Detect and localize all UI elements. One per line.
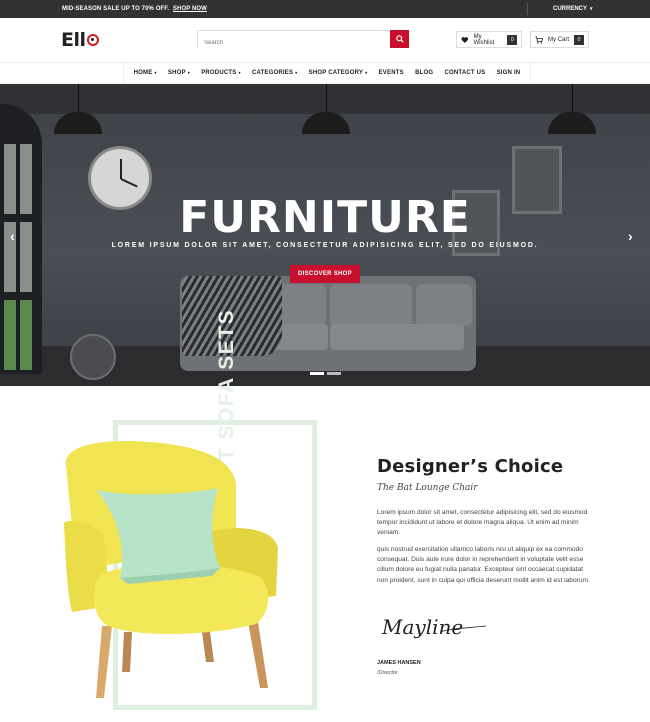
nav-item-products[interactable]: PRODUCTS ▾ [201,70,241,76]
logo[interactable]: Ell [61,29,99,51]
cart-button[interactable]: My Cart 0 [530,31,589,48]
hero-ceiling [0,84,650,114]
shop-now-link[interactable]: SHOP NOW [173,6,207,12]
nav-item-events[interactable]: EVENTS [379,70,404,76]
pendant-lamp-image [548,112,596,134]
vase-image [70,334,116,380]
heart-icon [461,36,469,43]
nav-item-contact-us[interactable]: CONTACT US [444,70,485,76]
lounge-chair-image [63,441,278,698]
cart-icon [535,35,543,44]
pendant-lamp-image [326,84,327,112]
nav-item-label: SHOP CATEGORY [308,70,364,76]
signature-text: Mayline [381,615,463,639]
feature-title: Designer’s Choice [377,456,564,477]
wishlist-button[interactable]: My Wishlist 0 [456,31,522,48]
cart-count-badge: 0 [574,34,584,45]
chevron-down-icon: ▾ [295,70,298,75]
wishlist-label: My Wishlist [473,33,495,46]
hero-title: FURNITURE [179,192,471,243]
signature-image: Mayline [381,615,487,639]
slider-dot[interactable] [327,372,341,375]
nav-menu: HOME ▾ SHOP ▾ PRODUCTS ▾ CATEGORIES ▾ SHOP C… [123,63,531,83]
hero-subtitle: LOREM IPSUM DOLOR SIT AMET, CONSECTETUR … [111,242,539,249]
search-icon [395,35,404,43]
chevron-down-icon: ▾ [590,6,593,12]
chevron-left-icon[interactable]: ‹ [10,228,15,244]
site-header: Ell My Wishlist 0 My Cart 0 [0,18,650,62]
hero-slider: FURNITURE LOREM IPSUM DOLOR SIT AMET, CO… [0,84,650,386]
logo-mark-icon [86,34,99,46]
author-role: /Director [377,670,398,676]
pendant-lamp-image [78,84,79,112]
chevron-down-icon: ▾ [238,70,241,75]
currency-selector[interactable]: CURRENCY ▾ [553,6,593,12]
cart-label: My Cart [548,36,569,43]
slider-pagination [310,372,341,375]
pendant-lamp-image [572,84,573,112]
search-button[interactable] [390,30,409,48]
nav-item-blog[interactable]: BLOG [415,70,433,76]
pendant-lamp-image [54,112,102,134]
nav-item-label: SHOP [167,70,186,76]
chevron-down-icon: ▾ [154,70,157,75]
logo-text: Ell [61,29,86,51]
feature-paragraph: Lorem ipsum dolor sit amet, consectetur … [377,509,588,537]
nav-item-shop-category[interactable]: SHOP CATEGORY ▾ [309,70,368,76]
discover-shop-button[interactable]: DISCOVER SHOP [290,265,360,283]
nav-item-categories[interactable]: CATEGORIES ▾ [252,70,297,76]
author-name: JAMES HANSEN [377,660,421,666]
search-input[interactable] [198,35,390,51]
promo-topbar: MID-SEASON SALE UP TO 70% OFF. SHOP NOW … [0,0,650,18]
feature-subtitle: The Bat Lounge Chair [377,483,478,493]
nav-item-shop[interactable]: SHOP ▾ [168,70,190,76]
main-nav: HOME ▾ SHOP ▾ PRODUCTS ▾ CATEGORIES ▾ SHOP C… [0,62,650,84]
promo-message: MID-SEASON SALE UP TO 70% OFF. SHOP NOW [62,6,207,12]
nav-item-sign-in[interactable]: SIGN IN [497,70,521,76]
nav-item-home[interactable]: HOME ▾ [134,70,157,76]
nav-item-label: CATEGORIES [251,70,294,76]
promo-text: MID-SEASON SALE UP TO 70% OFF. [62,6,170,12]
topbar-divider [527,3,528,15]
feature-paragraph: quis nostrud exercitation ullamco labori… [377,546,590,584]
slider-dot-active[interactable] [310,372,324,375]
wishlist-count-badge: 0 [507,34,517,45]
chevron-down-icon: ▾ [187,70,190,75]
search-box [197,30,409,51]
pendant-lamp-image [302,112,350,134]
nav-item-label: HOME [133,70,153,76]
chevron-down-icon: ▾ [365,70,368,75]
chevron-right-icon[interactable]: › [628,228,633,244]
currency-label: CURRENCY [553,6,588,12]
nav-item-label: PRODUCTS [201,70,237,76]
